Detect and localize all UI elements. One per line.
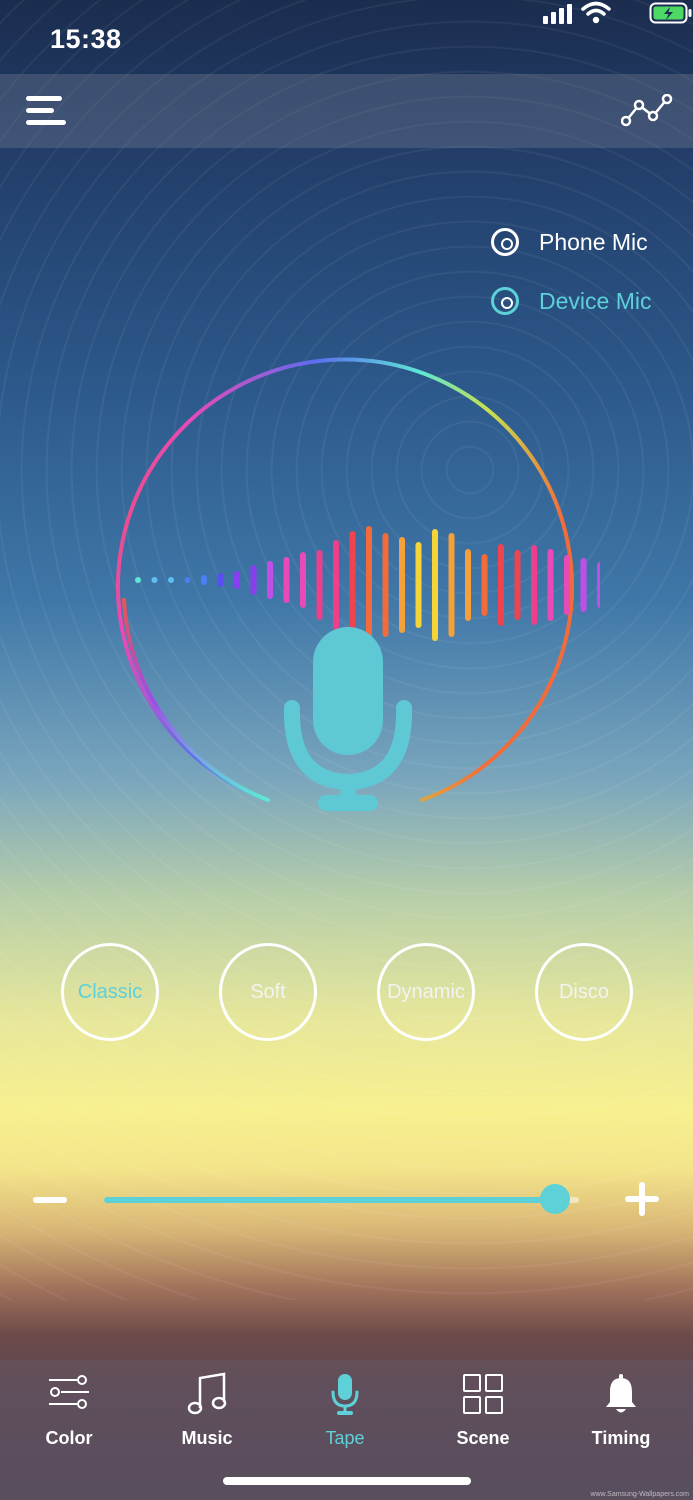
mode-label: Dynamic [387,980,465,1003]
audio-visualizer [116,357,600,811]
waveform-bar [135,577,141,583]
status-time: 15:38 [50,24,122,54]
mode-label: Disco [558,980,609,1003]
waveform-bar [399,537,405,633]
radio-selected-icon [491,287,519,315]
top-app-bar [0,74,693,148]
mode-label: Soft [250,980,286,1003]
microphone-icon [283,627,413,811]
waveform-bar [564,555,570,615]
minus-icon[interactable] [33,1197,67,1203]
waveform-bar [597,562,600,608]
slider-track[interactable] [104,1184,579,1214]
slider-fill [104,1197,556,1203]
device-mic-option[interactable]: Device Mic [491,283,651,319]
phone-mic-option[interactable]: Phone Mic [491,224,648,260]
mode-dynamic-button[interactable]: Dynamic [377,943,475,1041]
waveform-bar [531,545,537,625]
waveform-bar [283,557,290,603]
waveform-bar [432,529,438,641]
waveform-bar [300,552,306,608]
device-mic-label: Device Mic [539,287,652,314]
grid-icon [463,1374,503,1414]
wifi-icon [581,1,611,24]
signal-icon [543,2,573,24]
mode-soft-button[interactable]: Soft [219,943,317,1041]
tab-label: Tape [325,1428,365,1448]
tab-music[interactable]: Music [138,1368,276,1458]
mode-selector: Classic Soft Dynamic Disco [0,943,693,1041]
status-bar: 15:38 [0,0,693,74]
tab-label: Color [45,1428,93,1448]
waveform-bar [547,549,554,621]
radio-icon [491,228,519,256]
waveform-bar [498,544,504,626]
waveform-bar [250,565,257,595]
line-graph-icon[interactable] [621,94,673,128]
tab-label: Timing [591,1428,651,1448]
plus-icon[interactable] [625,1182,659,1216]
tab-label: Scene [456,1428,510,1448]
waveform-bar [580,558,587,612]
waveform-bar [267,561,273,599]
watermark-text: www.Samsung-Wallpapers.com [590,1491,689,1498]
tab-color[interactable]: Color [0,1368,138,1458]
music-note-icon [187,1372,227,1415]
menu-icon[interactable] [26,94,66,128]
tab-label: Music [181,1428,233,1448]
mode-disco-button[interactable]: Disco [535,943,633,1041]
waveform-bar [382,533,389,637]
waveform-bar [514,550,521,620]
tab-scene[interactable]: Scene [414,1368,552,1458]
waveform-bar [465,549,471,621]
waveform-bar [217,573,224,587]
tab-tape[interactable]: Tape [276,1368,414,1458]
waveform-bar [316,550,323,620]
microphone-icon [331,1374,359,1415]
sliders-icon [49,1375,89,1409]
waveform-bar [184,577,191,583]
tab-timing[interactable]: Timing [552,1368,690,1458]
waveform-bars [135,526,600,644]
waveform-bar [415,542,422,628]
sensitivity-slider [0,1170,693,1230]
waveform-bar [151,577,158,583]
waveform-bar [349,531,356,639]
waveform-bar [201,575,207,585]
waveform-bar [448,533,455,637]
waveform-bar [366,526,372,644]
slider-thumb[interactable] [540,1184,571,1214]
mode-classic-button[interactable]: Classic [61,943,159,1041]
waveform-bar [234,571,240,589]
waveform-bar [481,554,488,616]
phone-mic-label: Phone Mic [539,228,648,255]
bell-icon [606,1374,636,1413]
mode-label: Classic [77,980,143,1003]
waveform-bar [168,577,174,583]
home-indicator [223,1477,471,1485]
battery-charging-icon [649,2,692,24]
waveform-bar [333,540,339,630]
